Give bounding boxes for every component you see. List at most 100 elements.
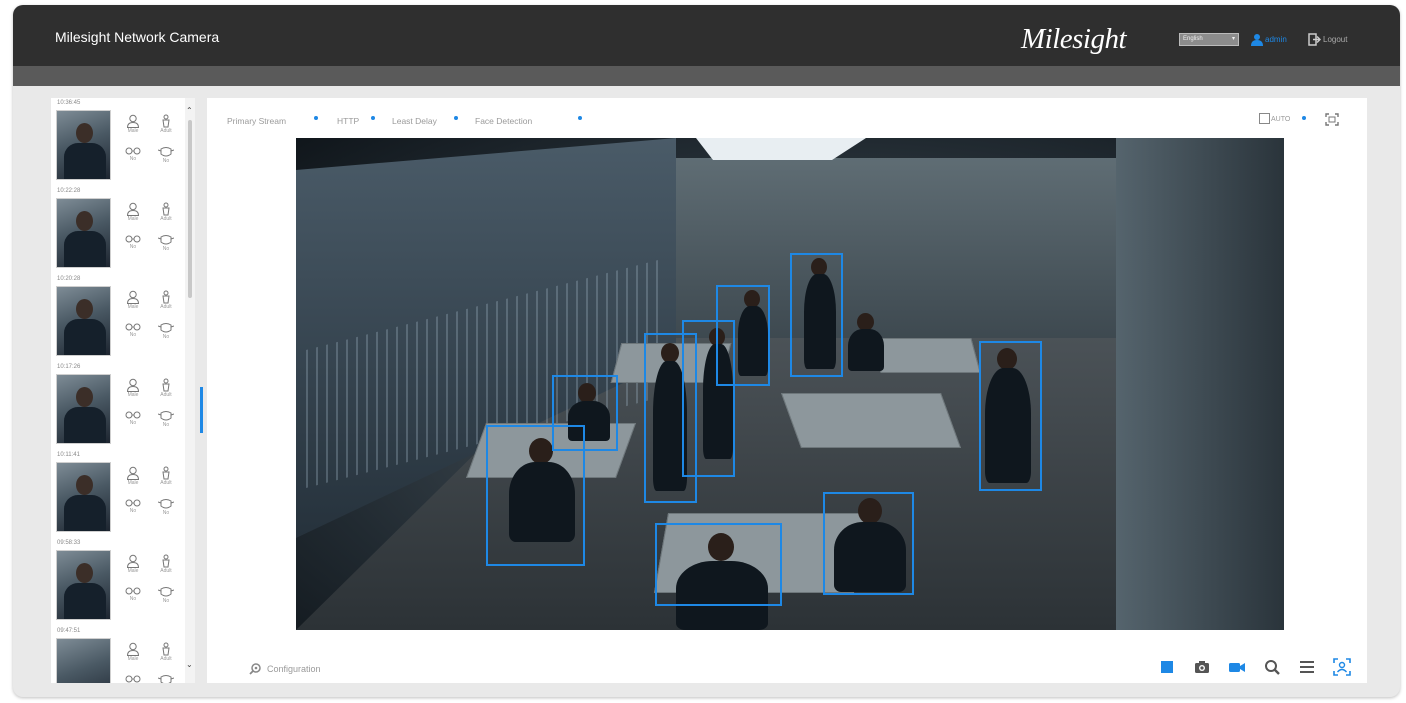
scrollbar-thumb[interactable] bbox=[188, 120, 192, 298]
glasses-attribute: No bbox=[118, 146, 148, 184]
face-detection-box bbox=[655, 523, 782, 606]
capture-thumbnail[interactable] bbox=[56, 550, 111, 620]
live-video[interactable] bbox=[296, 138, 1284, 630]
glasses-icon bbox=[118, 410, 148, 420]
zoom-icon[interactable] bbox=[1263, 658, 1281, 676]
face-detection-box bbox=[979, 341, 1042, 491]
logout-icon[interactable] bbox=[1308, 33, 1321, 46]
user-name-link[interactable]: admin bbox=[1265, 35, 1287, 44]
attribute-label: Adult bbox=[160, 656, 172, 662]
capture-time: 10:11:41 bbox=[57, 452, 80, 458]
attribute-label: No bbox=[129, 156, 137, 162]
gender-icon bbox=[118, 378, 148, 392]
attribute-label: Male bbox=[127, 304, 139, 310]
capture-item[interactable]: 10:17:26 Male Adult No No bbox=[51, 362, 186, 450]
capture-item[interactable]: 10:11:41 Male Adult No No bbox=[51, 450, 186, 538]
glasses-attribute: No bbox=[118, 586, 148, 624]
sidebar-resize-handle[interactable] bbox=[200, 387, 203, 433]
attribute-label: No bbox=[129, 508, 137, 514]
mode-dropdown-icon[interactable] bbox=[577, 115, 583, 121]
protocol-dropdown-icon[interactable] bbox=[370, 115, 376, 121]
capture-item[interactable]: 09:58:33 Male Adult No No bbox=[51, 538, 186, 626]
capture-time: 10:36:45 bbox=[57, 100, 81, 106]
age-icon bbox=[151, 554, 181, 568]
glasses-icon bbox=[118, 322, 148, 332]
attribute-label: Male bbox=[127, 128, 139, 134]
glasses-icon bbox=[118, 586, 148, 596]
age-icon bbox=[151, 114, 181, 128]
scale-select[interactable]: AUTO bbox=[1271, 116, 1290, 123]
attribute-label: No bbox=[162, 510, 170, 516]
fullscreen-icon[interactable] bbox=[1325, 113, 1339, 126]
capture-list[interactable]: 10:36:45 Male Adult No No 10:22:28 Male Adult No… bbox=[51, 98, 195, 683]
age-icon bbox=[151, 378, 181, 392]
record-video-icon[interactable] bbox=[1228, 658, 1246, 676]
scene-ceiling-light bbox=[696, 138, 866, 160]
delay-dropdown-icon[interactable] bbox=[453, 115, 459, 121]
gender-icon bbox=[118, 114, 148, 128]
scale-icon[interactable] bbox=[1259, 113, 1270, 124]
attribute-label: No bbox=[162, 246, 170, 252]
glasses-icon bbox=[118, 146, 148, 156]
mask-attribute: No bbox=[151, 674, 181, 683]
face-detection-box bbox=[552, 375, 618, 451]
settings-icon[interactable] bbox=[249, 662, 262, 675]
scene-table bbox=[871, 338, 981, 373]
face-detection-box bbox=[716, 285, 770, 386]
capture-item[interactable]: 10:20:28 Male Adult No No bbox=[51, 274, 186, 362]
mask-attribute: No bbox=[151, 234, 181, 272]
configuration-link[interactable]: Configuration bbox=[267, 664, 321, 674]
capture-thumbnail[interactable] bbox=[56, 198, 111, 268]
face-detection-box bbox=[823, 492, 914, 595]
face-detection-icon[interactable] bbox=[1333, 658, 1351, 676]
age-icon bbox=[151, 202, 181, 216]
attribute-label: No bbox=[162, 334, 170, 340]
user-icon[interactable] bbox=[1251, 33, 1263, 46]
capture-thumbnail[interactable] bbox=[56, 110, 111, 180]
mask-attribute: No bbox=[151, 498, 181, 536]
mask-attribute: No bbox=[151, 586, 181, 624]
logout-link[interactable]: Logout bbox=[1323, 35, 1347, 44]
gender-icon bbox=[118, 466, 148, 480]
scale-dropdown-icon[interactable] bbox=[1301, 115, 1307, 121]
menu-icon[interactable] bbox=[1298, 658, 1316, 676]
mask-icon bbox=[151, 146, 181, 158]
attribute-label: Male bbox=[127, 656, 139, 662]
mode-select[interactable]: Face Detection bbox=[475, 116, 532, 126]
mask-icon bbox=[151, 322, 181, 334]
scroll-up-icon[interactable]: ⌃ bbox=[186, 106, 193, 115]
snapshot-camera-icon[interactable] bbox=[1193, 658, 1211, 676]
attribute-label: Adult bbox=[160, 304, 172, 310]
sub-bar bbox=[13, 66, 1400, 86]
glasses-attribute: No bbox=[118, 498, 148, 536]
attribute-label: Adult bbox=[160, 216, 172, 222]
capture-time: 09:58:33 bbox=[57, 540, 81, 546]
mask-icon bbox=[151, 586, 181, 598]
attribute-label: No bbox=[129, 332, 137, 338]
capture-thumbnail[interactable] bbox=[56, 286, 111, 356]
scroll-down-icon[interactable]: ⌄ bbox=[186, 660, 193, 669]
stream-select[interactable]: Primary Stream bbox=[227, 116, 286, 126]
capture-thumbnail[interactable] bbox=[56, 374, 111, 444]
glasses-icon bbox=[118, 674, 148, 683]
attribute-label: Male bbox=[127, 392, 139, 398]
age-icon bbox=[151, 642, 181, 656]
capture-item[interactable]: 09:47:51 Male Adult NoNo bbox=[51, 626, 186, 683]
glasses-attribute: No bbox=[118, 410, 148, 448]
scene-table bbox=[780, 393, 962, 448]
language-select[interactable]: English ▾ bbox=[1179, 33, 1239, 46]
attribute-label: Adult bbox=[160, 568, 172, 574]
stream-dropdown-icon[interactable] bbox=[313, 115, 319, 121]
capture-item[interactable]: 10:22:28 Male Adult No No bbox=[51, 186, 186, 274]
attribute-label: No bbox=[129, 596, 137, 602]
attribute-label: Male bbox=[127, 480, 139, 486]
capture-time: 09:47:51 bbox=[57, 628, 81, 634]
mask-attribute: No bbox=[151, 146, 181, 184]
delay-select[interactable]: Least Delay bbox=[392, 116, 437, 126]
stop-icon[interactable] bbox=[1158, 658, 1176, 676]
mask-icon bbox=[151, 674, 181, 683]
protocol-select[interactable]: HTTP bbox=[337, 116, 359, 126]
capture-thumbnail[interactable] bbox=[56, 638, 111, 683]
capture-item[interactable]: 10:36:45 Male Adult No No bbox=[51, 98, 186, 186]
capture-thumbnail[interactable] bbox=[56, 462, 111, 532]
